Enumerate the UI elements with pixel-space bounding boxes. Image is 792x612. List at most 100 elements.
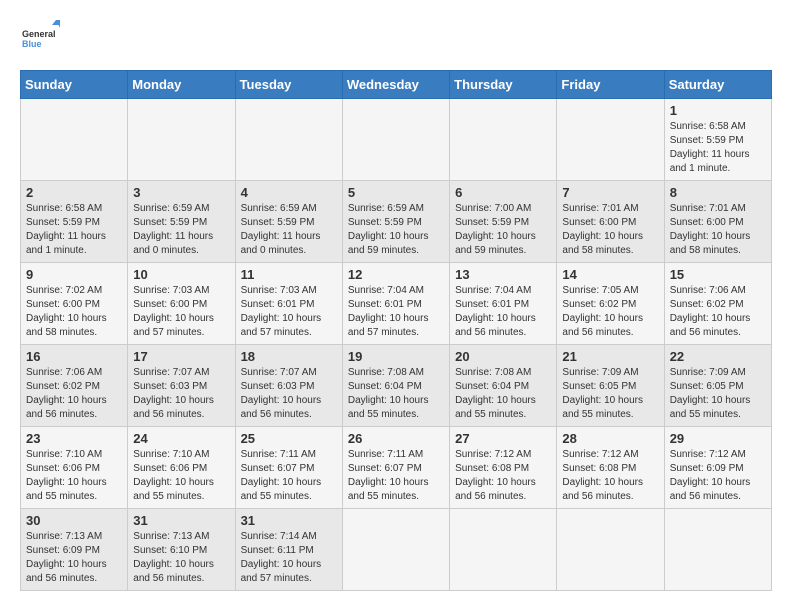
day-number: 11: [241, 267, 337, 282]
day-number: 15: [670, 267, 766, 282]
calendar-day-header: Wednesday: [342, 71, 449, 99]
calendar-week-row: 1 Sunrise: 6:58 AMSunset: 5:59 PMDaylight…: [21, 99, 772, 181]
day-info: Sunrise: 7:08 AMSunset: 6:04 PMDaylight:…: [348, 366, 444, 422]
calendar-day-cell: 27 Sunrise: 7:12 AMSunset: 6:08 PMDayligh…: [450, 427, 557, 509]
calendar-day-cell: 30 Sunrise: 7:13 AMSunset: 6:09 PMDayligh…: [21, 509, 128, 591]
calendar-day-cell: 21Sunrise: 7:09 AMSunset: 6:05 PMDayligh…: [557, 345, 664, 427]
calendar-day-cell: 31Sunrise: 7:13 AMSunset: 6:10 PMDayligh…: [128, 509, 235, 591]
calendar-day-header: Friday: [557, 71, 664, 99]
day-info: Sunrise: 7:12 AMSunset: 6:08 PMDaylight:…: [562, 448, 658, 504]
day-info: Sunrise: 6:58 AMSunset: 5:59 PMDaylight:…: [670, 120, 766, 176]
day-info: Sunrise: 7:05 AMSunset: 6:02 PMDaylight:…: [562, 284, 658, 340]
calendar-day-header: Monday: [128, 71, 235, 99]
calendar-day-cell: 10Sunrise: 7:03 AMSunset: 6:00 PMDayligh…: [128, 263, 235, 345]
logo-icon: General Blue: [20, 20, 60, 60]
day-info: Sunrise: 7:06 AMSunset: 6:02 PMDaylight:…: [26, 366, 122, 422]
day-info: Sunrise: 7:03 AMSunset: 6:01 PMDaylight:…: [241, 284, 337, 340]
calendar-day-cell: 8Sunrise: 7:01 AMSunset: 6:00 PMDaylight…: [664, 181, 771, 263]
calendar-day-cell: 26 Sunrise: 7:11 AMSunset: 6:07 PMDayligh…: [342, 427, 449, 509]
day-number: 1: [670, 103, 766, 118]
calendar-day-cell: [557, 509, 664, 591]
calendar-day-cell: 9 Sunrise: 7:02 AMSunset: 6:00 PMDaylight…: [21, 263, 128, 345]
calendar-day-header: Tuesday: [235, 71, 342, 99]
calendar-week-row: 9 Sunrise: 7:02 AMSunset: 6:00 PMDaylight…: [21, 263, 772, 345]
day-info: Sunrise: 7:01 AMSunset: 6:00 PMDaylight:…: [670, 202, 766, 258]
day-number: 17: [133, 349, 229, 364]
day-number: 10: [133, 267, 229, 282]
calendar-day-cell: 24 Sunrise: 7:10 AMSunset: 6:06 PMDayligh…: [128, 427, 235, 509]
calendar-day-cell: 12Sunrise: 7:04 AMSunset: 6:01 PMDayligh…: [342, 263, 449, 345]
day-info: Sunrise: 7:14 AMSunset: 6:11 PMDaylight:…: [241, 530, 337, 586]
day-number: 9: [26, 267, 122, 282]
day-info: Sunrise: 7:12 AMSunset: 6:08 PMDaylight:…: [455, 448, 551, 504]
calendar-day-cell: 20 Sunrise: 7:08 AMSunset: 6:04 PMDayligh…: [450, 345, 557, 427]
calendar-day-cell: 14 Sunrise: 7:05 AMSunset: 6:02 PMDayligh…: [557, 263, 664, 345]
day-number: 21: [562, 349, 658, 364]
day-info: Sunrise: 7:07 AMSunset: 6:03 PMDaylight:…: [241, 366, 337, 422]
day-info: Sunrise: 6:59 AMSunset: 5:59 PMDaylight:…: [133, 202, 229, 258]
day-number: 27: [455, 431, 551, 446]
day-number: 30: [26, 513, 122, 528]
calendar-day-cell: 6Sunrise: 7:00 AMSunset: 5:59 PMDaylight…: [450, 181, 557, 263]
calendar-week-row: 30 Sunrise: 7:13 AMSunset: 6:09 PMDayligh…: [21, 509, 772, 591]
calendar-day-cell: 31 Sunrise: 7:14 AMSunset: 6:11 PMDayligh…: [235, 509, 342, 591]
day-info: Sunrise: 7:10 AMSunset: 6:06 PMDaylight:…: [133, 448, 229, 504]
svg-text:General: General: [22, 29, 56, 39]
calendar-day-cell: [450, 99, 557, 181]
day-info: Sunrise: 7:08 AMSunset: 6:04 PMDaylight:…: [455, 366, 551, 422]
day-number: 19: [348, 349, 444, 364]
day-info: Sunrise: 7:11 AMSunset: 6:07 PMDaylight:…: [348, 448, 444, 504]
calendar-day-cell: [235, 99, 342, 181]
day-number: 18: [241, 349, 337, 364]
day-number: 20: [455, 349, 551, 364]
day-number: 5: [348, 185, 444, 200]
calendar-day-cell: 29Sunrise: 7:12 AMSunset: 6:09 PMDayligh…: [664, 427, 771, 509]
day-number: 16: [26, 349, 122, 364]
calendar-day-cell: 11 Sunrise: 7:03 AMSunset: 6:01 PMDayligh…: [235, 263, 342, 345]
day-info: Sunrise: 7:13 AMSunset: 6:09 PMDaylight:…: [26, 530, 122, 586]
calendar-day-cell: 16 Sunrise: 7:06 AMSunset: 6:02 PMDayligh…: [21, 345, 128, 427]
day-info: Sunrise: 7:02 AMSunset: 6:00 PMDaylight:…: [26, 284, 122, 340]
calendar-day-header: Sunday: [21, 71, 128, 99]
day-number: 24: [133, 431, 229, 446]
calendar-day-cell: 25 Sunrise: 7:11 AMSunset: 6:07 PMDayligh…: [235, 427, 342, 509]
day-info: Sunrise: 6:59 AMSunset: 5:59 PMDaylight:…: [241, 202, 337, 258]
day-info: Sunrise: 7:00 AMSunset: 5:59 PMDaylight:…: [455, 202, 551, 258]
day-number: 31: [133, 513, 229, 528]
day-number: 4: [241, 185, 337, 200]
calendar-day-cell: [342, 509, 449, 591]
calendar-day-cell: 22Sunrise: 7:09 AMSunset: 6:05 PMDayligh…: [664, 345, 771, 427]
calendar-day-cell: 2Sunrise: 6:58 AMSunset: 5:59 PMDaylight…: [21, 181, 128, 263]
calendar-day-cell: 4 Sunrise: 6:59 AMSunset: 5:59 PMDaylight…: [235, 181, 342, 263]
calendar-day-cell: [342, 99, 449, 181]
day-number: 13: [455, 267, 551, 282]
day-info: Sunrise: 7:10 AMSunset: 6:06 PMDaylight:…: [26, 448, 122, 504]
calendar-day-cell: [21, 99, 128, 181]
day-number: 31: [241, 513, 337, 528]
calendar-day-cell: 7 Sunrise: 7:01 AMSunset: 6:00 PMDaylight…: [557, 181, 664, 263]
day-info: Sunrise: 7:04 AMSunset: 6:01 PMDaylight:…: [455, 284, 551, 340]
calendar-day-cell: 23Sunrise: 7:10 AMSunset: 6:06 PMDayligh…: [21, 427, 128, 509]
page-header: General Blue: [20, 20, 772, 60]
calendar-day-header: Thursday: [450, 71, 557, 99]
day-info: Sunrise: 7:12 AMSunset: 6:09 PMDaylight:…: [670, 448, 766, 504]
day-number: 14: [562, 267, 658, 282]
calendar-week-row: 16 Sunrise: 7:06 AMSunset: 6:02 PMDayligh…: [21, 345, 772, 427]
day-info: Sunrise: 7:01 AMSunset: 6:00 PMDaylight:…: [562, 202, 658, 258]
calendar-day-cell: 1 Sunrise: 6:58 AMSunset: 5:59 PMDaylight…: [664, 99, 771, 181]
calendar-header-row: SundayMondayTuesdayWednesdayThursdayFrid…: [21, 71, 772, 99]
calendar-day-cell: [128, 99, 235, 181]
svg-text:Blue: Blue: [22, 39, 42, 49]
day-info: Sunrise: 7:04 AMSunset: 6:01 PMDaylight:…: [348, 284, 444, 340]
day-info: Sunrise: 7:11 AMSunset: 6:07 PMDaylight:…: [241, 448, 337, 504]
day-number: 7: [562, 185, 658, 200]
day-number: 25: [241, 431, 337, 446]
day-number: 22: [670, 349, 766, 364]
calendar-day-cell: [664, 509, 771, 591]
day-number: 3: [133, 185, 229, 200]
day-number: 26: [348, 431, 444, 446]
calendar-day-cell: 28Sunrise: 7:12 AMSunset: 6:08 PMDayligh…: [557, 427, 664, 509]
calendar-day-cell: 17Sunrise: 7:07 AMSunset: 6:03 PMDayligh…: [128, 345, 235, 427]
day-info: Sunrise: 6:59 AMSunset: 5:59 PMDaylight:…: [348, 202, 444, 258]
calendar-day-cell: 13 Sunrise: 7:04 AMSunset: 6:01 PMDayligh…: [450, 263, 557, 345]
